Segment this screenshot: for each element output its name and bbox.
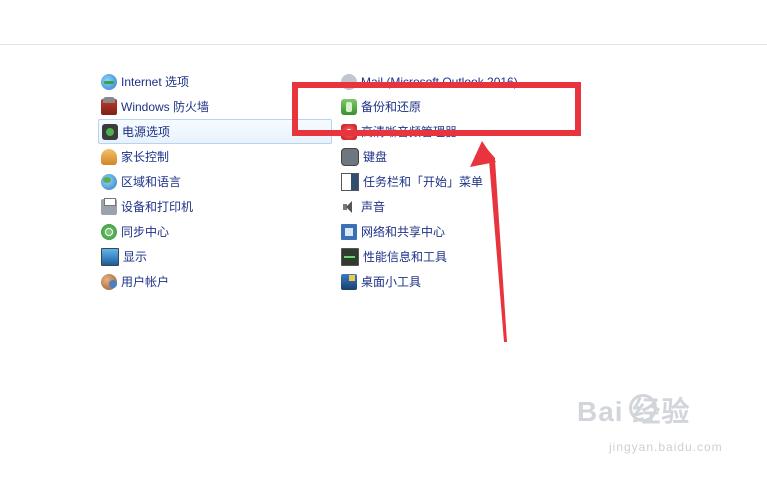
baidu-paw-icon — [629, 394, 657, 422]
parental-controls-icon — [101, 148, 117, 165]
item-power-options[interactable]: 电源选项 — [98, 119, 332, 144]
item-label: Internet 选项 — [121, 75, 190, 89]
item-desktop-gadgets[interactable]: 桌面小工具 — [338, 269, 578, 294]
item-sound[interactable]: 声音 — [338, 194, 578, 219]
item-sync-center[interactable]: 同步中心 — [98, 219, 332, 244]
item-label: 用户帐户 — [121, 275, 170, 289]
item-user-accounts[interactable]: 用户帐户 — [98, 269, 332, 294]
display-icon — [101, 247, 119, 266]
item-network-sharing-center[interactable]: 网络和共享中心 — [338, 219, 578, 244]
item-label: 设备和打印机 — [121, 200, 194, 214]
gadgets-icon — [341, 273, 357, 290]
keyboard-icon — [341, 147, 359, 166]
item-internet-options[interactable]: Internet 选项 — [98, 69, 332, 94]
item-label: Mail (Microsoft Outlook 2016) — [361, 74, 518, 89]
item-mail[interactable]: Mail (Microsoft Outlook 2016) — [338, 69, 578, 94]
item-parental-controls[interactable]: 家长控制 — [98, 144, 332, 169]
sound-icon — [341, 199, 357, 215]
item-region-language[interactable]: 区域和语言 — [98, 169, 332, 194]
power-options-icon — [102, 123, 118, 140]
item-label: 显示 — [123, 250, 148, 264]
control-panel-left-column: Internet 选项 Windows 防火墙 电源选项 家长控制 区域和语言 … — [98, 69, 332, 294]
item-label: 区域和语言 — [121, 175, 182, 189]
item-label: 网络和共享中心 — [361, 225, 446, 239]
item-label: 声音 — [361, 200, 386, 214]
watermark-logo: Bai 经验 — [577, 396, 691, 427]
user-accounts-icon — [101, 273, 117, 290]
item-label: Windows 防火墙 — [121, 100, 210, 114]
item-label: 性能信息和工具 — [363, 250, 448, 264]
item-hd-audio-manager[interactable]: 高清晰音频管理器 — [338, 119, 578, 144]
item-performance-tools[interactable]: 性能信息和工具 — [338, 244, 578, 269]
item-label: 备份和还原 — [361, 100, 422, 114]
window-top-bar — [0, 0, 767, 45]
watermark-url: jingyan.baidu.com — [609, 440, 723, 454]
item-devices-printers[interactable]: 设备和打印机 — [98, 194, 332, 219]
performance-icon — [341, 247, 359, 266]
internet-options-icon — [101, 73, 117, 90]
item-label: 高清晰音频管理器 — [361, 125, 458, 139]
item-windows-firewall[interactable]: Windows 防火墙 — [98, 94, 332, 119]
network-icon — [341, 223, 357, 240]
item-label: 同步中心 — [121, 225, 170, 239]
sync-center-icon — [101, 223, 117, 240]
control-panel-right-column: Mail (Microsoft Outlook 2016) 备份和还原 高清晰音… — [338, 69, 578, 294]
printer-icon — [101, 197, 117, 215]
item-taskbar-start-menu[interactable]: 任务栏和「开始」菜单 — [338, 169, 578, 194]
mail-icon — [341, 73, 357, 90]
taskbar-icon — [341, 172, 359, 191]
region-language-icon — [101, 173, 117, 190]
hd-audio-icon — [341, 123, 357, 140]
item-label: 桌面小工具 — [361, 275, 422, 289]
firewall-icon — [101, 96, 117, 115]
backup-restore-icon — [341, 98, 357, 115]
item-display[interactable]: 显示 — [98, 244, 332, 269]
item-backup-restore[interactable]: 备份和还原 — [338, 94, 578, 119]
item-label: 任务栏和「开始」菜单 — [363, 175, 484, 189]
item-label: 键盘 — [363, 150, 388, 164]
item-keyboard[interactable]: 键盘 — [338, 144, 578, 169]
item-label: 电源选项 — [122, 125, 171, 139]
baidu-jingyan-watermark: Bai 经验 jingyan.baidu.com — [577, 390, 723, 462]
item-label: 家长控制 — [121, 150, 170, 164]
